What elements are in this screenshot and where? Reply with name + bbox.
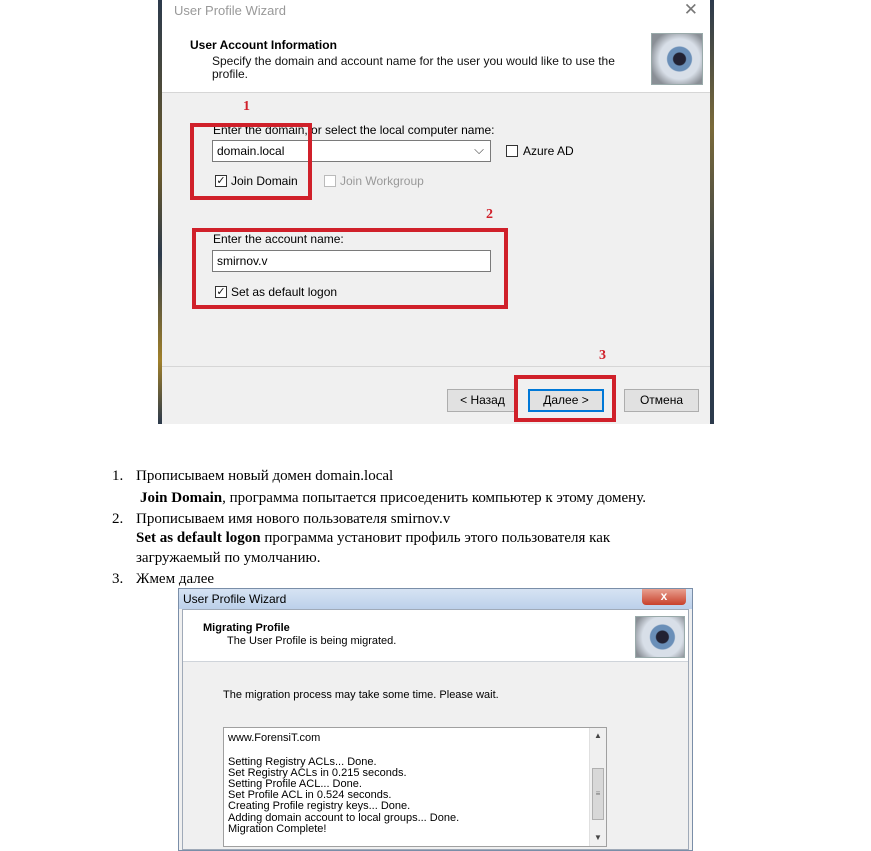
cancel-button[interactable]: Отмена <box>624 389 699 412</box>
log-line: www.ForensiT.com <box>228 732 321 744</box>
title-bar: User Profile Wizard ✕ <box>162 0 710 22</box>
list-number-1: 1. <box>112 468 124 484</box>
annotation-number-3: 3 <box>599 348 606 363</box>
annotation-box-1 <box>190 123 312 200</box>
scroll-down-icon[interactable]: ▼ <box>590 830 606 846</box>
close-icon[interactable]: ✕ <box>684 0 698 20</box>
join-workgroup-checkbox[interactable] <box>324 175 336 187</box>
close-button[interactable]: x <box>642 589 686 605</box>
annotation-box-3 <box>514 375 616 422</box>
log-line: Creating Profile registry keys... Done. <box>228 800 411 812</box>
dialog-body: Migrating Profile The User Profile is be… <box>182 609 689 850</box>
scroll-thumb[interactable]: ≡ <box>592 768 604 820</box>
list-number-2: 2. <box>112 511 124 527</box>
azure-ad-label: Azure AD <box>523 144 574 158</box>
eye-icon <box>635 616 685 658</box>
header-subtitle: Specify the domain and account name for … <box>212 54 615 81</box>
instruction-1-detail: Join Domain, программа попытается присое… <box>140 490 646 507</box>
azure-ad-checkbox[interactable] <box>506 145 518 157</box>
migration-log[interactable]: www.ForensiT.com Setting Registry ACLs..… <box>223 727 607 847</box>
log-line: Migration Complete! <box>228 823 327 835</box>
back-button[interactable]: < Назад <box>447 389 518 412</box>
log-scrollbar[interactable]: ▲ ≡ ▼ <box>589 728 606 846</box>
annotation-number-2: 2 <box>486 207 493 222</box>
title-bar: User Profile Wizard x <box>179 589 692 609</box>
join-workgroup-label: Join Workgroup <box>340 174 424 188</box>
instruction-2-rest-line2: загружаемый по умолчанию. <box>136 550 321 566</box>
wizard-header: Migrating Profile The User Profile is be… <box>183 610 688 662</box>
instruction-2-detail: Set as default logon программа установит… <box>136 530 610 547</box>
header-title: User Account Information <box>190 38 337 52</box>
list-number-3: 3. <box>112 571 124 587</box>
instruction-3-text: Жмем далее <box>136 571 215 587</box>
header-subtitle: The User Profile is being migrated. <box>227 635 397 647</box>
scroll-up-icon[interactable]: ▲ <box>590 728 606 744</box>
instruction-2-rest: программа установит профиль этого пользо… <box>260 530 611 546</box>
chevron-down-icon[interactable]: ⌵ <box>474 142 484 158</box>
window-title: User Profile Wizard <box>174 3 286 18</box>
instruction-1-rest: , программа попытается присоеденить комп… <box>222 490 646 506</box>
header-title: Migrating Profile <box>203 622 290 634</box>
instruction-1-bold: Join Domain <box>140 490 223 506</box>
annotation-box-2 <box>192 228 508 309</box>
instruction-1-text: Прописываем новый домен domain.local <box>136 468 394 484</box>
instruction-2-bold: Set as default logon <box>136 530 261 546</box>
instruction-2-text: Прописываем имя нового пользователя smir… <box>136 511 451 527</box>
eye-icon <box>651 33 703 85</box>
migrating-profile-dialog: User Profile Wizard x Migrating Profile … <box>178 588 693 851</box>
wizard-header: User Account Information Specify the dom… <box>162 22 710 93</box>
wait-message: The migration process may take some time… <box>223 689 499 701</box>
user-profile-wizard-dialog: User Profile Wizard ✕ User Account Infor… <box>158 0 714 424</box>
annotation-number-1: 1 <box>243 99 250 114</box>
footer-divider <box>162 366 710 367</box>
window-title: User Profile Wizard <box>183 592 287 606</box>
